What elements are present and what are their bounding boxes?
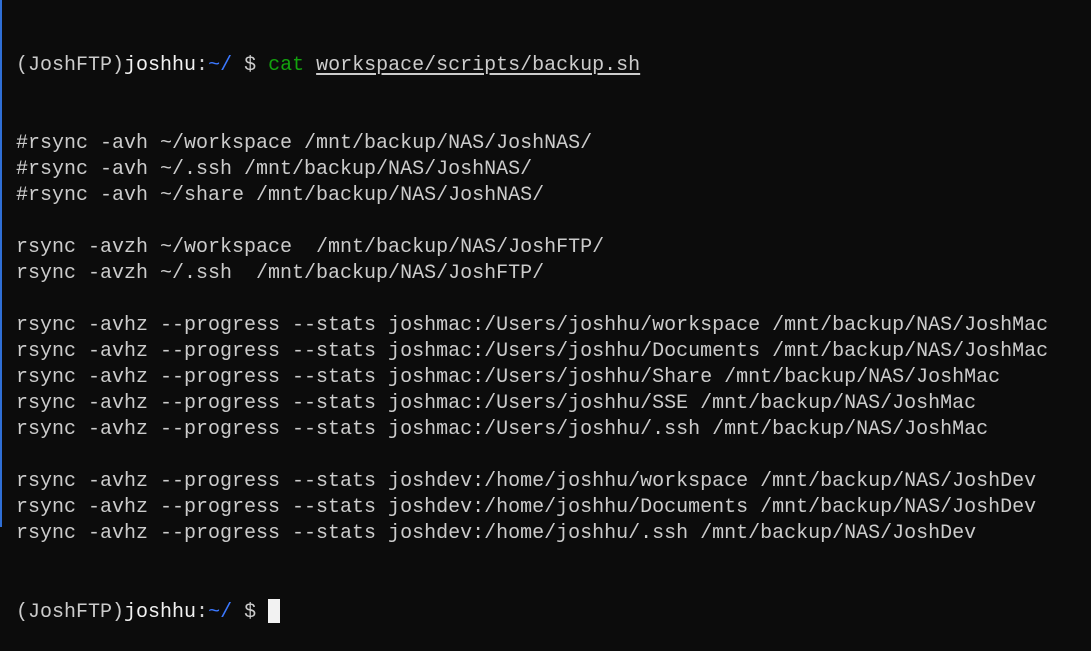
prompt-sep: :: [196, 54, 209, 77]
output-line: rsync -avhz --progress --stats joshmac:/…: [16, 418, 989, 441]
output-line: #rsync -avh ~/workspace /mnt/backup/NAS/…: [16, 132, 593, 155]
prompt-sep: :: [196, 601, 209, 624]
output-line: rsync -avhz --progress --stats joshmac:/…: [16, 392, 977, 415]
prompt-symbol: $: [232, 601, 269, 624]
output-line: rsync -avhz --progress --stats joshdev:/…: [16, 522, 977, 545]
output-line: rsync -avhz --progress --stats joshdev:/…: [16, 470, 1037, 493]
prompt-symbol: $: [232, 54, 269, 77]
prompt-cwd: ~/: [208, 54, 233, 77]
text-cursor: [268, 599, 281, 623]
prompt-env: (JoshFTP): [16, 601, 125, 624]
output-line: rsync -avhz --progress --stats joshdev:/…: [16, 496, 1037, 519]
output-line: #rsync -avh ~/.ssh /mnt/backup/NAS/JoshN…: [16, 158, 533, 181]
prompt-cwd: ~/: [208, 601, 233, 624]
output-line: rsync -avhz --progress --stats joshmac:/…: [16, 314, 1049, 337]
command-output: #rsync -avh ~/workspace /mnt/backup/NAS/…: [16, 131, 1048, 547]
prompt-line-active[interactable]: (JoshFTP)joshhu:~/ $: [16, 599, 1048, 625]
command-arg: workspace/scripts/backup.sh: [316, 54, 641, 77]
prompt-env: (JoshFTP): [16, 54, 125, 77]
command-name: cat: [268, 54, 305, 77]
output-line: rsync -avhz --progress --stats joshmac:/…: [16, 340, 1049, 363]
output-line: rsync -avhz --progress --stats joshmac:/…: [16, 366, 1001, 389]
output-line: rsync -avzh ~/workspace /mnt/backup/NAS/…: [16, 236, 605, 259]
prompt-user: joshhu: [124, 601, 197, 624]
prompt-line: (JoshFTP)joshhu:~/ $ cat workspace/scrip…: [16, 53, 1048, 79]
output-line: rsync -avzh ~/.ssh /mnt/backup/NAS/JoshF…: [16, 262, 545, 285]
output-line: #rsync -avh ~/share /mnt/backup/NAS/Josh…: [16, 184, 545, 207]
window-left-border: [0, 0, 2, 527]
terminal[interactable]: (JoshFTP)joshhu:~/ $ cat workspace/scrip…: [16, 1, 1048, 651]
prompt-user: joshhu: [124, 54, 197, 77]
